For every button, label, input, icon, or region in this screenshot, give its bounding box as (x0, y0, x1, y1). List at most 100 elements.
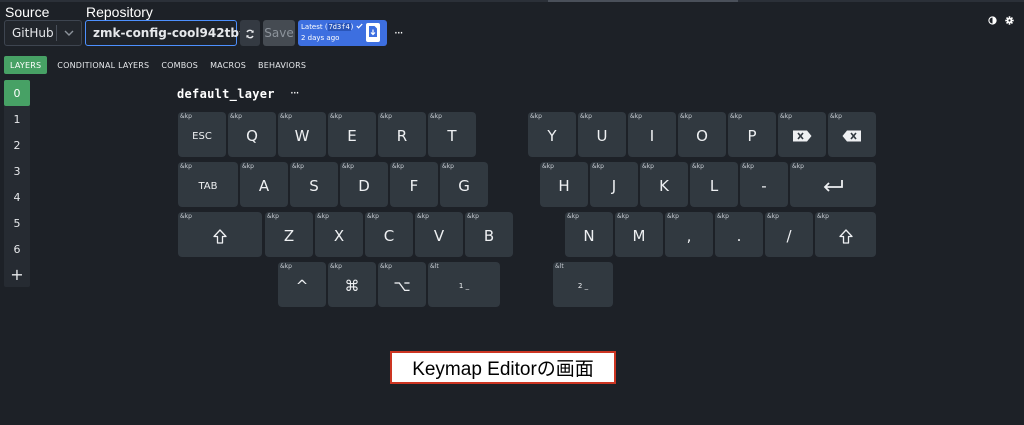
layer-item-3[interactable]: 3 (4, 158, 30, 184)
keyboard-key[interactable]: &kp ^ (278, 262, 326, 307)
keyboard-key[interactable]: &kp TAB (178, 162, 238, 207)
layer-item-6[interactable]: 6 (4, 236, 30, 262)
key-legend: S (309, 177, 319, 195)
commit-latest-line: Latest (7d3f4) (301, 23, 363, 31)
key-legend: . (736, 227, 742, 245)
source-select[interactable]: GitHub (4, 20, 82, 46)
keyboard-key[interactable]: &kp A (240, 162, 288, 207)
theme-toggle-icon[interactable] (988, 10, 997, 29)
keyboard-key[interactable]: &kp U (578, 112, 626, 157)
layer-item-4[interactable]: 4 (4, 184, 30, 210)
keyboard-key[interactable]: &kp Y (528, 112, 576, 157)
key-legend: D (358, 177, 370, 195)
key-legend: U (596, 127, 608, 145)
keyboard-key[interactable]: &kp V (415, 212, 463, 257)
keyboard-key[interactable]: &kp (178, 212, 262, 257)
keyboard-key[interactable]: &kp (778, 112, 826, 157)
keyboard-key[interactable]: &kp S (290, 162, 338, 207)
key-legend: J (611, 177, 617, 195)
layer-item-1[interactable]: 1 (4, 106, 30, 132)
shift-icon (178, 212, 262, 257)
keyboard-key[interactable]: &kp ESC (178, 112, 226, 157)
keyboard-key[interactable]: &kp M (615, 212, 663, 257)
tab-layers[interactable]: LAYERS (4, 56, 48, 74)
layer-item-0[interactable]: 0 (4, 80, 30, 106)
layer-more-button[interactable]: ··· (290, 86, 300, 100)
keyboard-key[interactable]: &lt 1 _ (428, 262, 500, 307)
keyboard-key[interactable]: &kp (815, 212, 876, 257)
key-legend: G (458, 177, 470, 195)
shift-icon (815, 212, 876, 257)
tab-macros[interactable]: MACROS (204, 56, 252, 74)
keyboard-key[interactable]: &kp - (740, 162, 788, 207)
editor-tabs: LAYERS CONDITIONAL LAYERS COMBOS MACROS … (4, 56, 312, 74)
key-legend: TAB (198, 180, 218, 192)
key-legend: 1 _ (458, 282, 470, 290)
keyboard-key[interactable]: &kp D (340, 162, 388, 207)
key-legend: - (761, 177, 767, 195)
gear-icon[interactable] (1005, 10, 1014, 29)
key-legend: P (747, 127, 757, 145)
key-legend: K (659, 177, 669, 195)
key-legend: ^ (295, 277, 309, 295)
caption: Keymap Editorの画面 (390, 351, 616, 384)
keyboard-key[interactable]: &kp J (590, 162, 638, 207)
keyboard-key[interactable]: &kp W (278, 112, 326, 157)
keyboard-key[interactable]: &kp E (328, 112, 376, 157)
keyboard-key[interactable]: &kp Q (228, 112, 276, 157)
tab-behaviors[interactable]: BEHAVIORS (252, 56, 312, 74)
commit-suffix: ) (350, 23, 354, 31)
tab-conditional-layers[interactable]: CONDITIONAL LAYERS (51, 56, 155, 74)
keyboard-key[interactable]: &kp I (628, 112, 676, 157)
keyboard-key[interactable]: &kp ⌥ (378, 262, 426, 307)
repository-label: Repository (86, 4, 153, 20)
layer-item-5[interactable]: 5 (4, 210, 30, 236)
return-icon (790, 162, 876, 207)
more-options-button[interactable]: ··· (394, 26, 404, 40)
keyboard-key[interactable]: &kp O (678, 112, 726, 157)
keyboard-key[interactable]: &kp T (428, 112, 476, 157)
backspace-icon (828, 112, 876, 157)
keyboard-key[interactable]: &kp C (365, 212, 413, 257)
file-download-icon (368, 23, 378, 42)
layer-item-2[interactable]: 2 (4, 132, 30, 158)
commit-prefix: Latest ( (301, 23, 328, 31)
keyboard-key[interactable]: &kp L (690, 162, 738, 207)
check-icon (356, 23, 363, 31)
layer-title[interactable]: default_layer (177, 87, 275, 101)
keyboard-key[interactable]: &kp H (540, 162, 588, 207)
keyboard-key[interactable]: &kp G (440, 162, 488, 207)
repository-select[interactable]: zmk-config-cool942tb (85, 20, 250, 46)
key-legend: O (696, 127, 708, 145)
keyboard-key[interactable]: &kp Z (265, 212, 313, 257)
add-layer-button[interactable]: + (4, 262, 30, 287)
key-legend: M (632, 227, 646, 245)
refresh-button[interactable] (240, 20, 260, 46)
keyboard-key[interactable]: &kp R (378, 112, 426, 157)
key-legend: X (333, 227, 345, 245)
key-legend: / (786, 227, 792, 245)
keyboard-key[interactable]: &kp. (715, 212, 763, 257)
keyboard-key[interactable]: &kp B (465, 212, 513, 257)
commit-info: Latest (7d3f4) 2 days ago (298, 20, 387, 46)
keyboard-key[interactable]: &kp K (640, 162, 688, 207)
top-border-highlight (548, 0, 738, 2)
tab-combos[interactable]: COMBOS (155, 56, 204, 74)
key-legend: T (447, 127, 457, 145)
download-button[interactable] (366, 23, 380, 42)
key-legend: F (409, 177, 419, 195)
keyboard-key[interactable]: &kp (828, 112, 876, 157)
keyboard-key[interactable]: &kp / (765, 212, 813, 257)
keyboard-key[interactable]: &kp X (315, 212, 363, 257)
keyboard-key[interactable]: &kp P (728, 112, 776, 157)
keyboard-key[interactable]: &kp (790, 162, 876, 207)
keyboard-key[interactable]: &kp F (390, 162, 438, 207)
keyboard-key[interactable]: &kp ⌘ (328, 262, 376, 307)
key-legend: V (433, 227, 445, 245)
top-border (0, 0, 1024, 2)
save-button[interactable]: Save (263, 20, 295, 46)
keyboard-key[interactable]: &kp N (565, 212, 613, 257)
keyboard-key[interactable]: &kp, (665, 212, 713, 257)
corner-icons (988, 10, 1014, 29)
keyboard-key[interactable]: &lt 2 _ (553, 262, 613, 307)
